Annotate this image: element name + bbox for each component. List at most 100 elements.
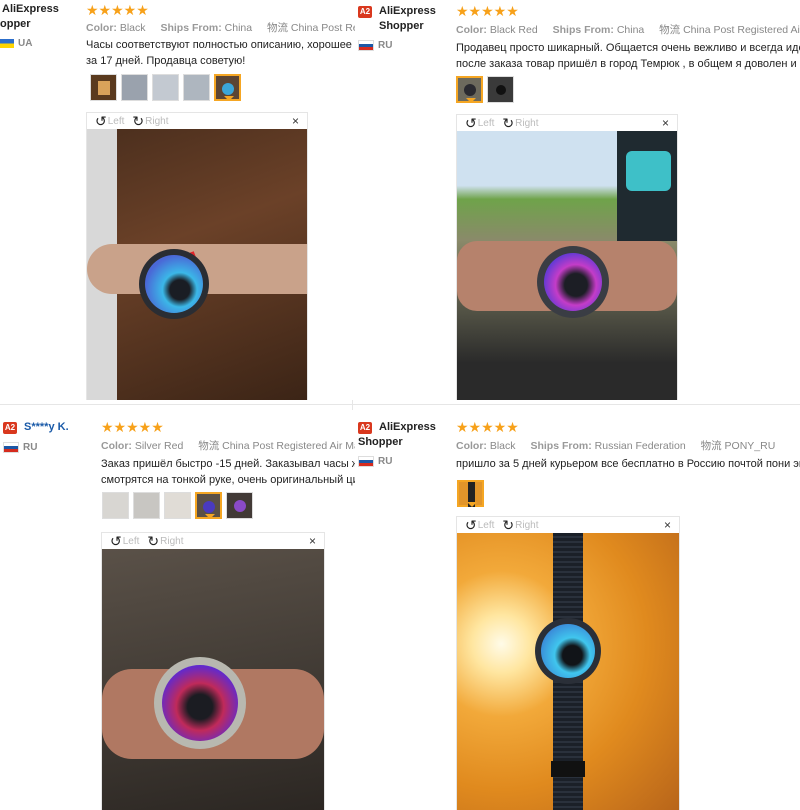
reviewer-name: AliExpress Shopper [379, 5, 436, 32]
image-viewer: ↺ Left ↻ Right × [101, 532, 325, 810]
image-viewer: ↺ Left ↻ Right × [456, 516, 680, 810]
ships-value: China [224, 22, 253, 34]
reviewer-name: S****y K. [24, 421, 69, 433]
reviewer-name-part: AliExpress [379, 421, 436, 433]
thumbnail[interactable] [487, 76, 514, 103]
divider-horizontal [0, 404, 800, 405]
level-badge: A2 [3, 422, 17, 434]
review-card: A2 AliExpress Shopper RU ★★★★★ Color: Bl… [355, 410, 800, 810]
logistics-label: 物流 [700, 440, 722, 452]
thumbnail[interactable] [183, 74, 210, 101]
rotate-right-button[interactable]: ↻ Right [147, 534, 183, 548]
thumbnail-strip [102, 492, 253, 519]
country-code: UA [18, 38, 33, 49]
logistics-label: 物流 [198, 440, 220, 452]
ships-value: Russian Federation [594, 440, 686, 452]
flag-icon [0, 39, 14, 48]
review-photo [87, 129, 307, 400]
rotate-right-label: Right [145, 115, 169, 127]
logistics-value: China Post Registered Air M [683, 24, 800, 36]
logistics-value: China Post Registered Air Mai [222, 440, 363, 452]
logistics-label: 物流 [267, 22, 288, 34]
review-meta: Color: Black Red Ships From: China 物流 Ch… [456, 22, 800, 37]
close-icon[interactable]: × [662, 116, 669, 130]
thumbnail-strip [456, 76, 514, 103]
thumbnail[interactable] [133, 492, 160, 519]
review-text-line: после заказа товар пришёл в город Темрюк… [456, 58, 800, 70]
rotate-left-label: Left [107, 115, 125, 127]
thumbnail-strip [457, 480, 484, 507]
thumbnail[interactable] [121, 74, 148, 101]
thumbnail[interactable] [90, 74, 117, 101]
close-icon[interactable]: × [292, 114, 299, 128]
thumbnail[interactable] [226, 492, 253, 519]
review-text-line: Заказ пришёл быстро -15 дней. Заказывал … [101, 458, 355, 470]
review-card: A2 S****y K. RU ★★★★★ Color: Silver Red … [0, 410, 400, 810]
rating-stars: ★★★★★ [456, 3, 519, 19]
rotate-left-button[interactable]: ↺ Left [95, 114, 124, 128]
logistics-label: 物流 [659, 24, 681, 36]
country-code: RU [378, 456, 393, 467]
viewer-toolbar: ↺ Left ↻ Right × [457, 517, 679, 533]
country-code: RU [23, 442, 38, 453]
review-photo [102, 549, 324, 810]
review-text-line: Часы соответствуют полностью описанию, х… [86, 39, 354, 51]
review-text-line: за 17 дней. Продавца советую! [86, 55, 246, 67]
country-code: RU [378, 40, 393, 51]
thumbnail[interactable] [102, 492, 129, 519]
rating-stars: ★★★★★ [86, 2, 149, 18]
logistics-value: PONY_RU [724, 440, 776, 452]
review-photo [457, 533, 679, 810]
thumbnail-strip [90, 74, 241, 101]
rotate-left-label: Left [122, 535, 140, 547]
image-viewer: ↺ Left ↻ Right × [456, 114, 678, 400]
thumbnail-selected[interactable] [195, 492, 222, 519]
rotate-left-button[interactable]: ↺ Left [465, 116, 494, 130]
rotate-right-button[interactable]: ↻ Right [132, 114, 168, 128]
color-label: Color: [456, 440, 487, 452]
review-photo [457, 131, 677, 400]
rotate-left-button[interactable]: ↺ Left [465, 518, 494, 532]
flag-icon [358, 40, 374, 51]
ships-label: Ships From: [160, 22, 222, 34]
rotate-right-label: Right [515, 519, 539, 531]
color-value: Silver Red [134, 440, 184, 452]
review-meta: Color: Black Ships From: Russian Federat… [456, 438, 775, 453]
reviewer-country: RU [358, 456, 392, 467]
rotate-left-icon: ↺ [465, 517, 477, 533]
level-badge: A2 [358, 422, 372, 434]
rotate-right-icon: ↻ [147, 533, 160, 549]
thumbnail-selected[interactable] [214, 74, 241, 101]
rotate-left-icon: ↺ [465, 115, 477, 131]
review-card: A2 AliExpress Shopper RU ★★★★★ Color: Bl… [355, 0, 800, 400]
thumbnail[interactable] [152, 74, 179, 101]
review-meta: Color: Black Ships From: China 物流 China … [86, 20, 372, 35]
close-icon[interactable]: × [309, 534, 316, 548]
rotate-left-label: Left [477, 519, 495, 531]
rotate-left-button[interactable]: ↺ Left [110, 534, 139, 548]
ships-label: Ships From: [552, 24, 614, 36]
level-badge: A2 [358, 6, 372, 18]
rotate-right-button[interactable]: ↻ Right [502, 116, 538, 130]
color-label: Color: [86, 22, 117, 34]
rotate-left-icon: ↺ [110, 533, 122, 549]
thumbnail-selected[interactable] [456, 76, 483, 103]
viewer-toolbar: ↺ Left ↻ Right × [102, 533, 324, 549]
thumbnail-selected[interactable] [457, 480, 484, 507]
color-value: Black [489, 440, 516, 452]
rotate-left-label: Left [477, 117, 495, 129]
rotate-right-label: Right [160, 535, 184, 547]
thumbnail[interactable] [164, 492, 191, 519]
rotate-right-label: Right [515, 117, 539, 129]
review-card: AliExpress opper UA ★★★★★ Color: Black S… [0, 0, 400, 400]
color-label: Color: [456, 24, 487, 36]
color-value: Black [119, 22, 146, 34]
rotate-right-button[interactable]: ↻ Right [502, 518, 538, 532]
close-icon[interactable]: × [664, 518, 671, 532]
rating-stars: ★★★★★ [456, 419, 519, 435]
review-text: пришло за 5 дней курьером все бесплатно … [456, 456, 800, 472]
reviewer-country: RU [3, 442, 37, 453]
review-meta: Color: Silver Red 物流 China Post Register… [101, 438, 362, 453]
ships-value: China [616, 24, 645, 36]
review-text: Продавец просто шикарный. Общается очень… [456, 40, 800, 72]
